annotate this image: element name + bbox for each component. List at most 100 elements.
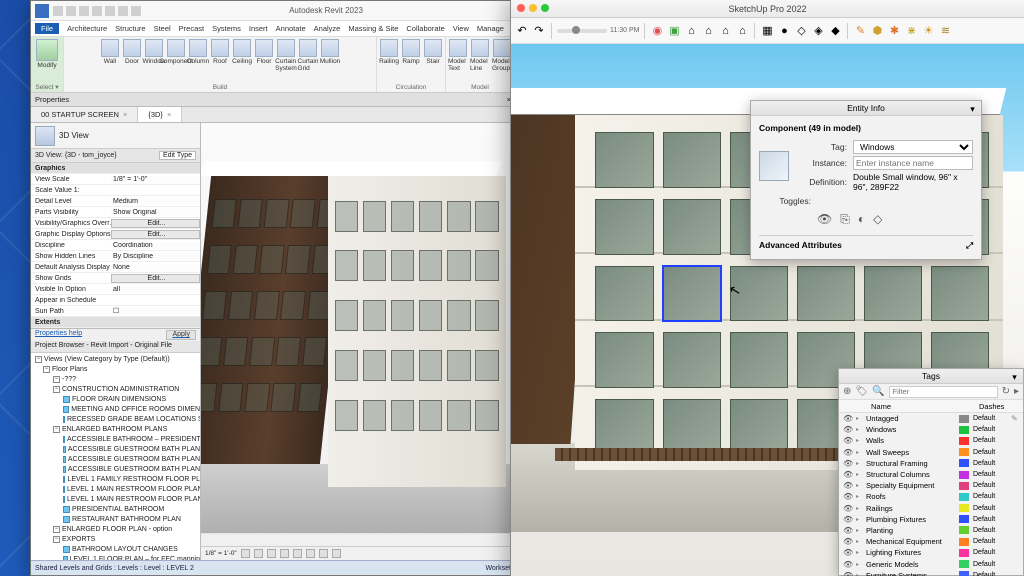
paint-icon[interactable]: ✎ [853, 24, 867, 38]
redo-icon[interactable]: ↷ [532, 24, 546, 38]
close-icon[interactable] [517, 4, 525, 12]
ribbon-tab[interactable]: Massing & Site [348, 24, 398, 33]
ribbon-tab[interactable]: Insert [249, 24, 268, 33]
tree-node[interactable]: BATHROOM LAYOUT CHANGES [31, 544, 200, 554]
ribbon-tab[interactable]: Analyze [314, 24, 341, 33]
ribbon-tab[interactable]: Structure [115, 24, 145, 33]
shadow-time-slider[interactable] [557, 29, 607, 33]
qat-icon[interactable] [79, 6, 89, 16]
visibility-icon[interactable]: 👁 [843, 526, 852, 535]
ribbon-button[interactable]: Model Group [492, 39, 512, 72]
tree-node[interactable]: RESTAURANT BATHROOM PLAN [31, 514, 200, 524]
edit-type-button[interactable]: Edit Type [159, 151, 196, 160]
visibility-icon[interactable]: 👁 [843, 414, 852, 423]
doc-tab[interactable]: 00 STARTUP SCREEN× [31, 107, 138, 122]
right-icon[interactable]: ⌂ [735, 24, 749, 38]
property-row[interactable]: Default Analysis Display …None [31, 262, 200, 273]
tree-node[interactable]: RECESSED GRADE BEAM LOCATIONS SI [31, 414, 200, 424]
panel-collapse-icon[interactable]: ▾ [1009, 370, 1020, 381]
tag-row[interactable]: 👁▸UntaggedDefault✎ [839, 413, 1023, 424]
revit-3d-viewport[interactable]: 1/8" = 1'-0" [201, 123, 515, 560]
tree-node[interactable]: −Views (View Category by Type (Default)) [31, 354, 200, 364]
property-row[interactable]: Appear in Schedule [31, 295, 200, 306]
tree-node[interactable]: LEVEL 1 MAIN RESTROOM FLOOR PLAN [31, 484, 200, 494]
ribbon-tab[interactable]: Annotate [276, 24, 306, 33]
property-row[interactable]: Visible In Optionall [31, 284, 200, 295]
back-icon[interactable]: ⌂ [701, 24, 715, 38]
lock-toggle-icon[interactable]: ⎘ [840, 212, 850, 227]
property-row[interactable]: Scale Value 1: [31, 185, 200, 196]
visibility-icon[interactable]: 👁 [843, 448, 852, 457]
doc-tab[interactable]: {3D}× [138, 107, 182, 122]
properties-help-link[interactable]: Properties help [35, 330, 82, 340]
ribbon-button[interactable]: Stair [423, 39, 443, 65]
tags-filter-input[interactable] [889, 386, 998, 398]
view-control-icon[interactable] [280, 549, 289, 558]
iso-icon[interactable]: ◉ [650, 24, 664, 38]
tree-node[interactable]: ACCESSIBLE GUESTROOM BATH PLAN [31, 464, 200, 474]
axes-icon[interactable]: ✱ [887, 24, 901, 38]
sketchup-titlebar[interactable]: SketchUp Pro 2022 [511, 0, 1024, 18]
fog-icon[interactable]: ≋ [938, 24, 952, 38]
visibility-icon[interactable]: 👁 [843, 515, 852, 524]
qat-icon[interactable] [66, 6, 76, 16]
qat-icon[interactable] [131, 6, 141, 16]
qat-icon[interactable] [105, 6, 115, 16]
tree-node[interactable]: PRESIDENTIAL BATHROOM [31, 504, 200, 514]
search-icon[interactable]: 🔍 [872, 386, 884, 397]
visibility-icon[interactable]: 👁 [843, 548, 852, 557]
front-icon[interactable]: ⌂ [684, 24, 698, 38]
ribbon-tab[interactable]: Precast [179, 24, 204, 33]
tree-node[interactable]: LEVEL 1 FAMILY RESTROOM FLOOR PL [31, 474, 200, 484]
tag-row[interactable]: 👁▸Structural FramingDefault [839, 458, 1023, 469]
sketchup-viewport[interactable]: ↖ Entity Info ▾ Component (49 in model) … [511, 44, 1024, 576]
visibility-icon[interactable]: 👁 [843, 571, 852, 576]
panel-title[interactable]: Entity Info ▾ [751, 101, 981, 116]
visibility-icon[interactable]: 👁 [843, 459, 852, 468]
tree-node[interactable]: −ENLARGED BATHROOM PLANS [31, 424, 200, 434]
qat-icon[interactable] [118, 6, 128, 16]
close-icon[interactable]: × [123, 110, 127, 119]
apply-button[interactable]: Apply [166, 330, 196, 340]
menu-icon[interactable]: ▸ [1014, 386, 1019, 397]
ribbon-tab[interactable]: Manage [477, 24, 504, 33]
view-control-icon[interactable] [306, 549, 315, 558]
visibility-icon[interactable]: 👁 [843, 492, 852, 501]
property-row[interactable]: DisciplineCoordination [31, 240, 200, 251]
tag-row[interactable]: 👁▸Lighting FixturesDefault [839, 547, 1023, 558]
ribbon-button[interactable]: Door [122, 39, 142, 72]
property-row[interactable]: Detail LevelMedium [31, 196, 200, 207]
tag-row[interactable]: 👁▸RoofsDefault [839, 491, 1023, 502]
ribbon-button[interactable]: Curtain System [276, 39, 296, 72]
ribbon-button[interactable]: Column [188, 39, 208, 72]
ribbon-button[interactable]: Mullion [320, 39, 340, 72]
tree-node[interactable]: LEVEL 1 MAIN RESTROOM FLOOR PLAN [31, 494, 200, 504]
ribbon-tab[interactable]: Steel [154, 24, 171, 33]
tree-node[interactable]: −ENLARGED FLOOR PLAN - option [31, 524, 200, 534]
qat-icon[interactable] [53, 6, 63, 16]
tree-node[interactable]: −EXPORTS [31, 534, 200, 544]
ribbon-button[interactable]: Railing [379, 39, 399, 65]
col-dashes[interactable]: Dashes [979, 402, 1019, 411]
ribbon-tab[interactable]: Architecture [67, 24, 107, 33]
tag-row[interactable]: 👁▸WallsDefault [839, 435, 1023, 446]
selected-window[interactable] [663, 266, 721, 322]
ribbon-tab[interactable]: Systems [212, 24, 241, 33]
shadows-icon[interactable]: ☀ [921, 24, 935, 38]
visibility-icon[interactable]: 👁 [843, 504, 852, 513]
edit-icon[interactable]: ✎ [1011, 414, 1019, 423]
tag-row[interactable]: 👁▸Generic ModelsDefault [839, 558, 1023, 569]
wireframe-icon[interactable]: ◇ [794, 24, 808, 38]
property-row[interactable]: Show GridsEdit... [31, 273, 200, 284]
file-tab[interactable]: File [35, 23, 59, 34]
view-control-icon[interactable] [319, 549, 328, 558]
tree-node[interactable]: ACCESSIBLE GUESTROOM BATH PLAN [31, 444, 200, 454]
tag-row[interactable]: 👁▸Mechanical EquipmentDefault [839, 536, 1023, 547]
entity-info-panel[interactable]: Entity Info ▾ Component (49 in model) Ta… [750, 100, 982, 260]
hidden-icon[interactable]: ◈ [811, 24, 825, 38]
ribbon-tab[interactable]: View [453, 24, 469, 33]
property-row[interactable]: Parts VisibilityShow Original [31, 207, 200, 218]
tags-panel[interactable]: Tags ▾ ⊕ 🏷 🔍 ↻ ▸ Name Dashes 👁▸UntaggedD… [838, 368, 1024, 576]
advanced-attributes-label[interactable]: Advanced Attributes [759, 240, 842, 251]
tag-row[interactable]: 👁▸Plumbing FixturesDefault [839, 514, 1023, 525]
